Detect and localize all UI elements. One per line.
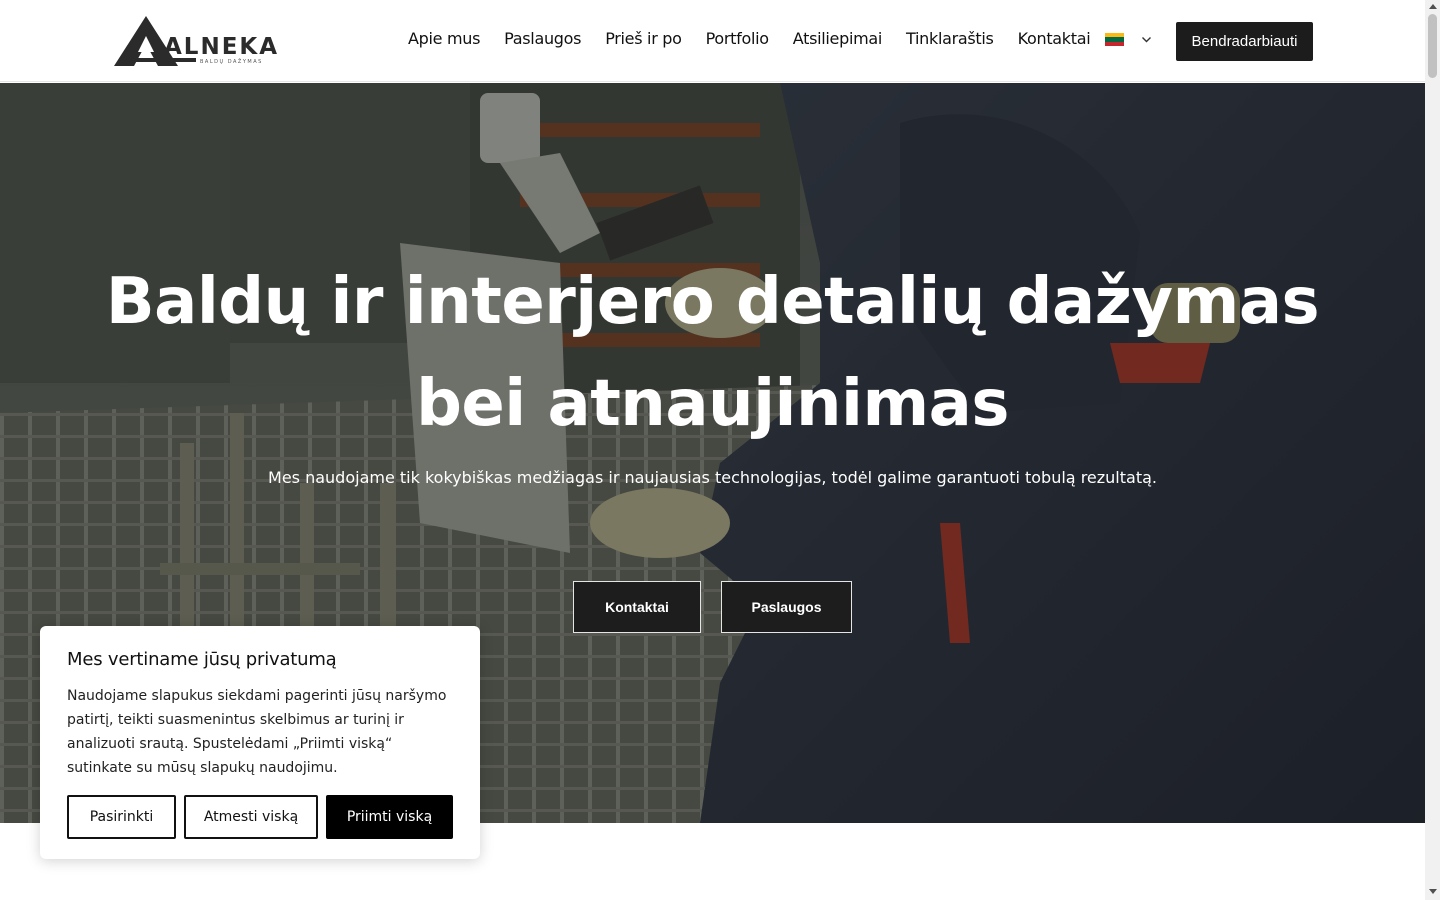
cookie-consent-banner: Mes vertiname jūsų privatumą Naudojame s…: [40, 626, 480, 859]
scrollbar-thumb[interactable]: [1428, 14, 1437, 78]
nav-item-apie-mus[interactable]: Apie mus: [408, 29, 480, 48]
cookie-accept-button[interactable]: Priimti viską: [326, 795, 453, 839]
alneka-logo[interactable]: ALNEKA BALDŲ DAŽYMAS: [112, 14, 277, 68]
nav-item-paslaugos[interactable]: Paslaugos: [504, 29, 581, 48]
nav-item-atsiliepimai[interactable]: Atsiliepimai: [793, 29, 883, 48]
cookie-customize-button[interactable]: Pasirinkti: [67, 795, 176, 839]
chevron-down-icon: [1142, 37, 1151, 43]
hero-title: Baldų ir interjero detalių dažymas bei a…: [105, 265, 1320, 441]
cookie-reject-button[interactable]: Atmesti viską: [184, 795, 318, 839]
hero-subtitle: Mes naudojame tik kokybiškas medžiagas i…: [268, 468, 1157, 487]
cookie-title: Mes vertiname jūsų privatumą: [67, 649, 337, 670]
scroll-up-arrow-icon[interactable]: [1429, 4, 1437, 9]
nav-item-kontaktai[interactable]: Kontaktai: [1018, 29, 1091, 48]
nav-item-portfolio[interactable]: Portfolio: [706, 29, 769, 48]
logo-tagline: BALDŲ DAŽYMAS: [200, 59, 263, 65]
site-header: ALNEKA BALDŲ DAŽYMAS Apie mus Paslaugos …: [0, 0, 1425, 82]
nav-item-pries-ir-po[interactable]: Prieš ir po: [605, 29, 682, 48]
nav-item-tinklarastis[interactable]: Tinklaraštis: [906, 29, 994, 48]
lithuania-flag-icon: [1105, 33, 1124, 46]
bendradarbiauti-button[interactable]: Bendradarbiauti: [1176, 22, 1313, 61]
page: ALNEKA BALDŲ DAŽYMAS Apie mus Paslaugos …: [0, 0, 1440, 900]
scroll-down-arrow-icon[interactable]: [1429, 889, 1437, 894]
cookie-text: Naudojame slapukus siekdami pagerinti jū…: [67, 688, 447, 776]
paslaugos-button[interactable]: Paslaugos: [721, 581, 852, 633]
logo-wordmark: ALNEKA: [164, 34, 280, 60]
kontaktai-button[interactable]: Kontaktai: [573, 581, 701, 633]
main-nav: Apie mus Paslaugos Prieš ir po Portfolio…: [396, 29, 1102, 48]
page-scrollbar[interactable]: [1425, 0, 1440, 900]
language-selector[interactable]: [1105, 33, 1152, 46]
